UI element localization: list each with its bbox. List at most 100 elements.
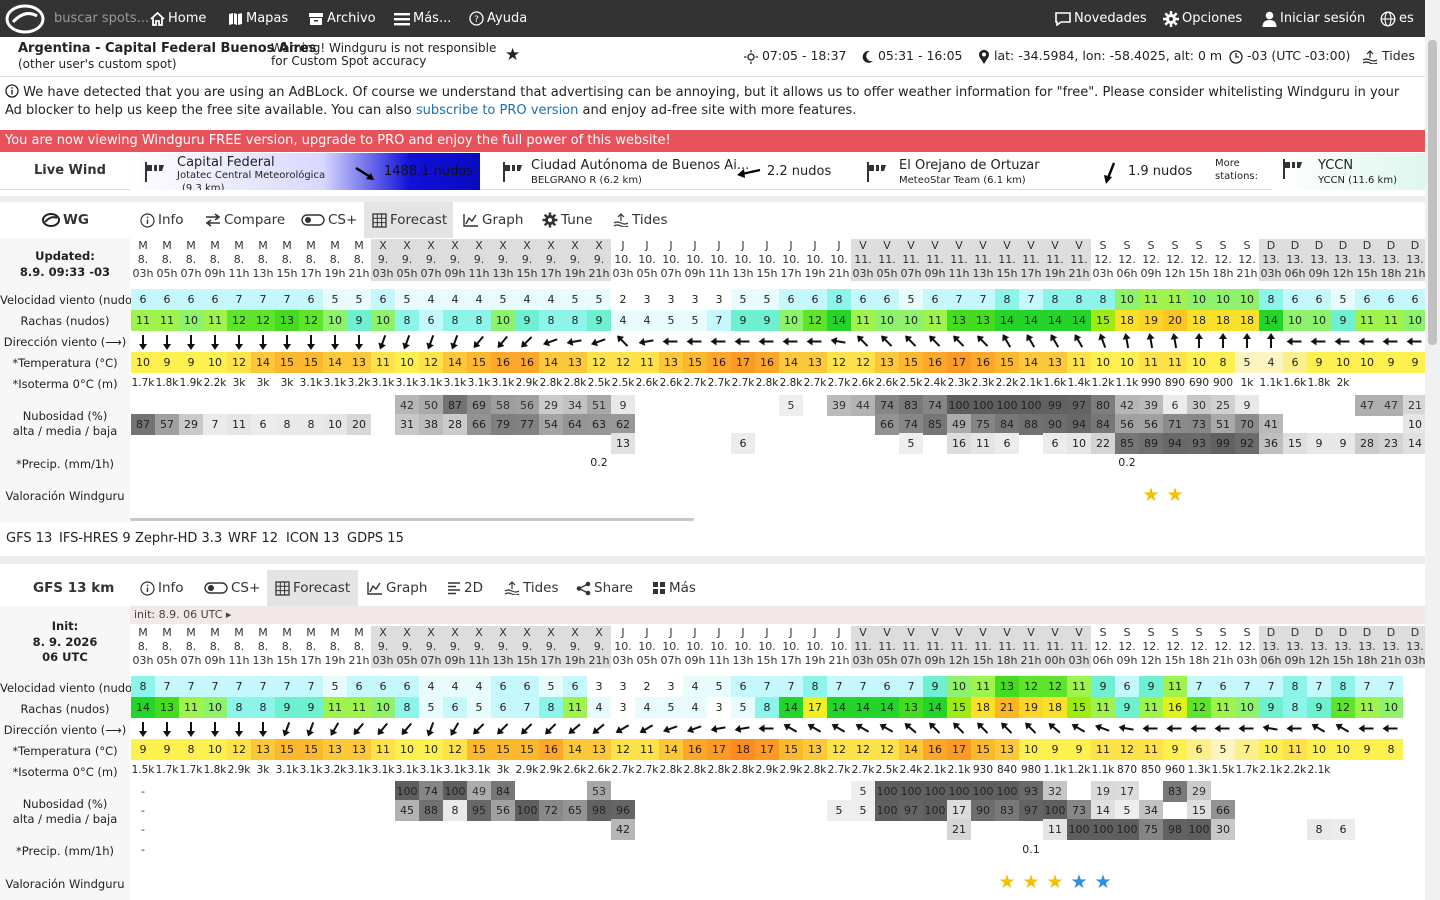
cloud-low-cell <box>539 819 563 840</box>
wind-speed-cell: 5 <box>1331 289 1355 310</box>
day-letter: S <box>1147 626 1155 639</box>
temperature-cell: 14 <box>251 352 275 373</box>
hour-label: 11h <box>948 267 970 280</box>
windguru-logo[interactable] <box>5 0 48 37</box>
nav-home[interactable]: Home <box>150 0 206 37</box>
wind-gust-cell: 15 <box>1067 697 1091 718</box>
hour-label: 03h <box>372 654 394 667</box>
cloud-mid-cell <box>635 414 659 435</box>
cloud-mid-cell <box>347 800 371 821</box>
wg-tab-cs[interactable]: CS+ <box>301 202 357 238</box>
nav-more[interactable]: Más... <box>394 0 451 37</box>
time-header-col: M 8. 03h <box>131 239 155 281</box>
nav-home-label: Home <box>168 11 207 26</box>
model-link[interactable]: ICON 13 <box>286 531 340 546</box>
wind-speed-cell: 6 <box>779 289 803 310</box>
gfs-tab-info[interactable]: Info <box>140 570 184 606</box>
time-header-col: J 10. 19h <box>803 239 827 281</box>
vertical-scrollbar[interactable] <box>1425 0 1440 900</box>
hour-label: 15h <box>1356 267 1378 280</box>
toggle-icon <box>204 582 228 594</box>
gfs-tab-more[interactable]: Más <box>652 570 696 606</box>
wind-speed-cell: 6 <box>371 676 395 697</box>
gfs-model-title[interactable]: GFS 13 km <box>33 570 114 606</box>
nav-archive[interactable]: Archivo <box>308 0 376 37</box>
gfs-tab-share[interactable]: Share <box>576 570 633 606</box>
nav-help-label: Ayuda <box>487 11 528 26</box>
wind-speed-cell: 13 <box>995 676 1019 697</box>
cloud-low-cell <box>323 819 347 840</box>
gfs-init-top[interactable]: init: 8.9. 06 UTC ▸ <box>134 608 231 621</box>
model-link[interactable]: GFS 13 <box>6 531 52 546</box>
wg-tab-tune[interactable]: Tune <box>542 202 593 238</box>
cloud-low-cell <box>443 819 467 840</box>
nav-help[interactable]: ? Ayuda <box>469 0 527 37</box>
cloud-low-cell <box>299 819 323 840</box>
live-station-1[interactable]: Capital Federal Jotatec Central Meteorol… <box>130 153 480 190</box>
subscribe-pro-link[interactable]: subscribe to PRO version <box>416 103 579 118</box>
wind-gust-cell: 13 <box>971 310 995 331</box>
nav-language[interactable]: es <box>1380 0 1414 37</box>
nav-options[interactable]: Opciones <box>1163 0 1242 37</box>
nav-login[interactable]: Iniciar sesión <box>1262 0 1365 37</box>
wind-direction-arrow <box>1146 333 1155 349</box>
rating-star-icon: ★ <box>1142 484 1160 506</box>
nav-news[interactable]: Novedades <box>1055 0 1147 37</box>
live-station-3[interactable]: El Orejano de Ortuzar MeteoStar Team (6.… <box>858 153 1203 190</box>
gfs-tab-cs[interactable]: CS+ <box>204 570 260 606</box>
wg-tab-forecast[interactable]: Forecast <box>364 202 453 238</box>
wg-horizontal-scrollbar[interactable] <box>130 518 694 521</box>
tides-icon <box>613 213 629 228</box>
time-header-col: M 8. 11h <box>227 626 251 668</box>
gfs-tab-tides[interactable]: Tides <box>504 570 559 606</box>
model-link[interactable]: WRF 12 <box>228 531 278 546</box>
day-letter: V <box>859 626 867 639</box>
model-link[interactable]: GDPS 15 <box>347 531 404 546</box>
day-date: 9. <box>497 253 509 266</box>
wg-tab-graph[interactable]: Graph <box>463 202 523 238</box>
scrollbar-thumb[interactable] <box>1428 40 1437 345</box>
model-link[interactable]: IFS-HRES 9 <box>59 531 131 546</box>
cloud-low-cell <box>275 819 299 840</box>
cloud-mid-cell: 84 <box>995 414 1019 435</box>
live-station-2[interactable]: Ciudad Autónoma de Buenos Ai... BELGRANO… <box>490 153 845 190</box>
wg-tab-compare[interactable]: Compare <box>205 202 285 238</box>
temperature-cell: 10 <box>395 739 419 760</box>
wind-speed-cell: 11 <box>1163 289 1187 310</box>
wind-gust-cell: 14 <box>875 697 899 718</box>
model-link[interactable]: Zephr-HD 3.3 <box>135 531 222 546</box>
day-letter: M <box>282 626 292 639</box>
wind-direction-arrow <box>952 335 965 347</box>
day-date: 8. <box>185 640 197 653</box>
day-letter: X <box>571 626 579 639</box>
wind-speed-cell: 2 <box>635 676 659 697</box>
timezone[interactable]: -03 (UTC -03:00) <box>1229 48 1350 64</box>
wg-tab-tides[interactable]: Tides <box>613 202 668 238</box>
wind-speed-cell: 6 <box>923 289 947 310</box>
pro-upgrade-banner[interactable]: You are now viewing Windguru FREE versio… <box>0 130 1425 152</box>
wind-direction-arrow <box>1122 333 1131 349</box>
cloud-high-cell: 100 <box>395 781 419 802</box>
temperature-cell: 5 <box>1211 739 1235 760</box>
day-letter: S <box>1099 239 1107 252</box>
search-input[interactable]: buscar spots... <box>54 0 149 37</box>
cloud-high-cell <box>755 781 779 802</box>
day-date: 12. <box>1190 640 1208 653</box>
temperature-cell: 10 <box>1091 352 1115 373</box>
isotherm-cell: 2.1k <box>1259 764 1283 776</box>
day-letter: M <box>306 626 316 639</box>
wind-gust-cell: 4 <box>611 310 635 331</box>
favorite-star-icon[interactable]: ★ <box>505 45 520 65</box>
wind-speed-cell: 6 <box>1211 676 1235 697</box>
wind-direction-arrow <box>952 722 965 734</box>
tides-link[interactable]: Tides <box>1362 48 1415 65</box>
live-station-4[interactable]: YCCN YCCN (11.6 km) <box>1272 153 1425 190</box>
isotherm-cell: 1.1k <box>1043 764 1067 776</box>
time-header-col: D 13. 03h <box>1403 626 1427 668</box>
wg-tab-info[interactable]: Info <box>140 202 184 238</box>
gfs-tab-graph[interactable]: Graph <box>367 570 427 606</box>
nav-maps[interactable]: Mapas <box>228 0 288 37</box>
gfs-tab-2d[interactable]: 2D <box>447 570 483 606</box>
wg-model-title[interactable]: WG <box>42 202 89 238</box>
gfs-tab-forecast[interactable]: Forecast <box>267 570 358 606</box>
